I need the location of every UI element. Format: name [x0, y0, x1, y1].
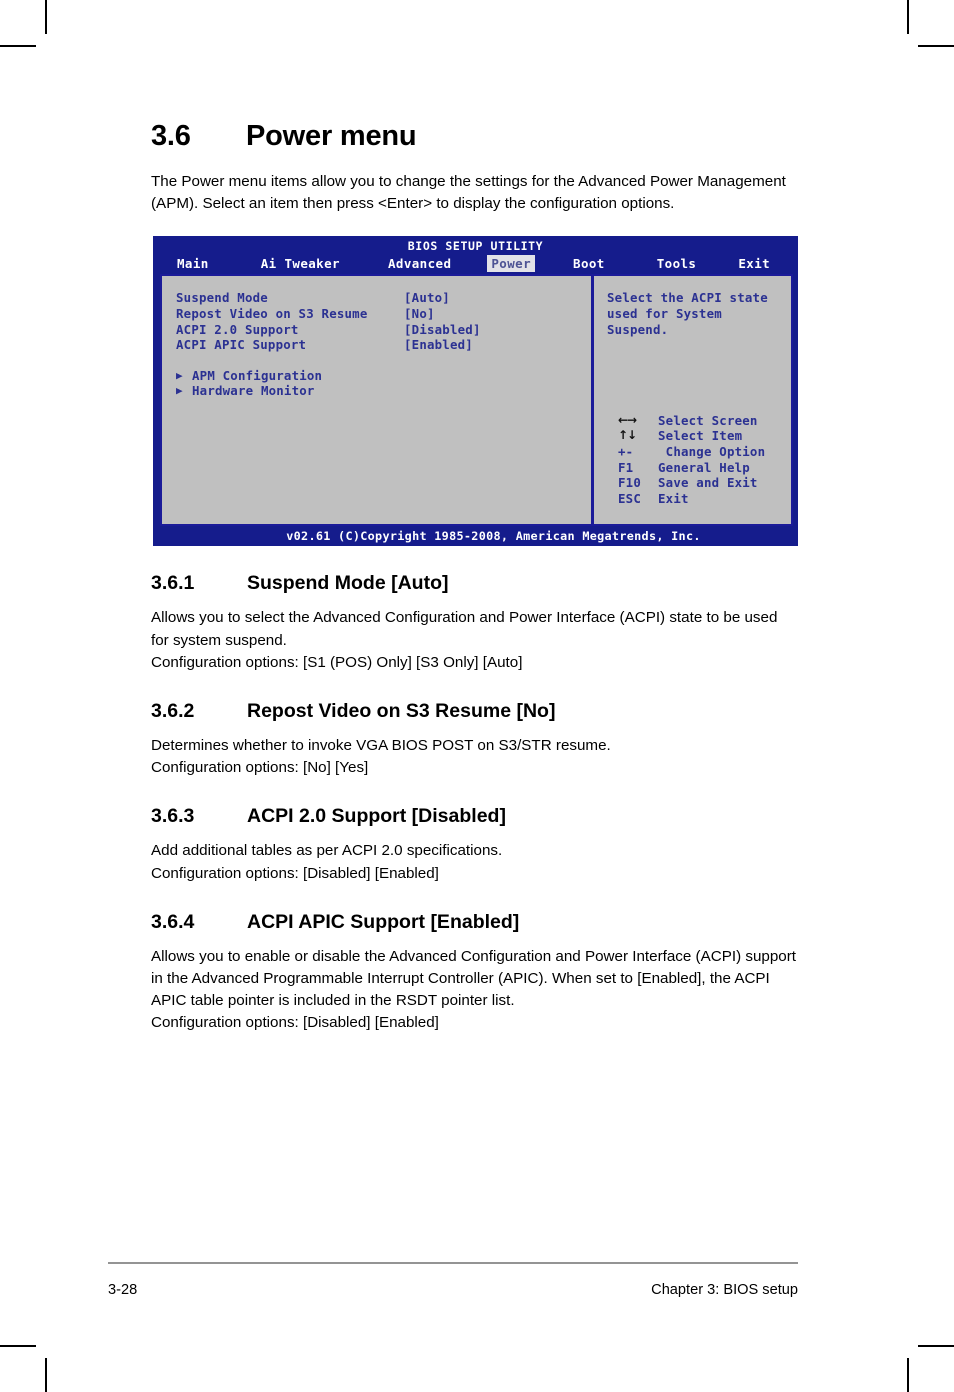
bios-help-text: Select the ACPI state used for System Su…	[607, 290, 768, 337]
f1-key: F1	[618, 459, 634, 475]
f10-key: F10	[618, 475, 641, 491]
subsection-body: Add additional tables as per ACPI 2.0 sp…	[151, 842, 503, 860]
subsection-body: Allows you to select the Advanced Config…	[151, 609, 778, 649]
page-title: 3.6 Power menu	[151, 120, 799, 153]
legend-label: General Help	[658, 459, 750, 475]
bios-settings-panel: Suspend Mode [Auto] Repost Video on S3 R…	[162, 276, 594, 525]
legend-item-select-item: ↑↓ Select Item	[618, 428, 765, 444]
bios-tab-advanced[interactable]: Advanced	[384, 255, 455, 272]
legend-label: Select Screen	[658, 412, 758, 428]
section-intro: The Power menu items allow you to change…	[151, 173, 786, 213]
legend-item-exit: ESC Exit	[618, 491, 765, 507]
subsection-heading: 3.6.2 Repost Video on S3 Resume [No]	[151, 700, 799, 723]
plus-minus-key: +-	[618, 444, 634, 459]
bios-copyright-bar: v02.61 (C)Copyright 1985-2008, American …	[286, 529, 701, 544]
subsection-options: Configuration options: [Disabled] [Enabl…	[151, 1014, 439, 1032]
subsection-364: 3.6.4 ACPI APIC Support [Enabled] Allows…	[151, 911, 799, 1035]
legend-item-save-and-exit: F10 Save and Exit	[618, 475, 765, 491]
bios-tab-main[interactable]: Main	[173, 255, 213, 272]
bios-setting-label: Suspend Mode	[176, 290, 268, 306]
triangle-right-icon: ▶	[176, 368, 183, 382]
bios-tab-tools[interactable]: Tools	[653, 255, 701, 272]
bios-setting-value[interactable]: [Disabled]	[404, 322, 481, 338]
legend-label: Exit	[658, 490, 689, 506]
subsection-number: 3.6.3	[151, 805, 195, 828]
bios-key-legend: ←→ Select Screen ↑↓ Select Item +- Chang…	[618, 413, 765, 507]
subsection-options: Configuration options: [No] [Yes]	[151, 759, 369, 777]
bios-spacer	[176, 353, 591, 368]
bios-setting-label: Repost Video on S3 Resume	[176, 305, 368, 321]
bios-submenu-hardware-monitor[interactable]: ▶ Hardware Monitor	[176, 383, 591, 399]
subsection-body: Allows you to enable or disable the Adva…	[151, 947, 797, 1010]
bios-tab-boot[interactable]: Boot	[569, 255, 609, 272]
section-number: 3.6	[151, 120, 191, 152]
bios-menu-bar: Main Ai Tweaker Advanced Power Boot Tool…	[154, 254, 797, 273]
bios-setting-value[interactable]: [Auto]	[404, 290, 450, 306]
subsection-363: 3.6.3 ACPI 2.0 Support [Disabled] Add ad…	[151, 805, 799, 884]
bios-submenu-label: Hardware Monitor	[192, 383, 315, 399]
bios-setting-label: ACPI APIC Support	[176, 337, 307, 353]
bios-submenu-label: APM Configuration	[192, 367, 323, 383]
bios-utility-title: BIOS SETUP UTILITY	[407, 239, 544, 254]
legend-item-general-help: F1 General Help	[618, 460, 765, 476]
bios-tab-exit[interactable]: Exit	[734, 255, 774, 272]
legend-label: Select Item	[658, 428, 743, 444]
bios-setting-value[interactable]: [Enabled]	[404, 337, 473, 353]
page-number: 3-28	[108, 1282, 138, 1298]
subsection-number: 3.6.2	[151, 699, 195, 722]
subsection-number: 3.6.4	[151, 910, 195, 933]
bios-tab-ai-tweaker[interactable]: Ai Tweaker	[257, 255, 344, 272]
legend-label: Save and Exit	[658, 475, 758, 491]
bios-setting-row-acpi-apic[interactable]: ACPI APIC Support [Enabled]	[176, 337, 591, 353]
bios-tab-power[interactable]: Power	[487, 255, 536, 273]
bios-setting-label: ACPI 2.0 Support	[176, 321, 299, 337]
subsection-number: 3.6.1	[151, 572, 195, 595]
manual-page: 3.6 Power menu The Power menu items allo…	[0, 0, 954, 1392]
subsection-361: 3.6.1 Suspend Mode [Auto] Allows you to …	[151, 572, 799, 674]
page-footer: 3-28 Chapter 3: BIOS setup	[108, 1282, 798, 1298]
bios-body: Suspend Mode [Auto] Repost Video on S3 R…	[160, 274, 793, 527]
subsection-options: Configuration options: [Disabled] [Enabl…	[151, 864, 439, 882]
subsection-heading: 3.6.4 ACPI APIC Support [Enabled]	[151, 911, 799, 934]
triangle-right-icon: ▶	[176, 384, 183, 398]
bios-submenu-apm-configuration[interactable]: ▶ APM Configuration	[176, 368, 591, 384]
subsection-body: Determines whether to invoke VGA BIOS PO…	[151, 736, 611, 754]
section-title: Power menu	[246, 120, 417, 152]
legend-item-select-screen: ←→ Select Screen	[618, 413, 765, 429]
bios-setting-row-suspend-mode[interactable]: Suspend Mode [Auto]	[176, 290, 591, 306]
subsection-options: Configuration options: [S1 (POS) Only] […	[151, 653, 523, 671]
bios-help-panel: Select the ACPI state used for System Su…	[594, 276, 791, 524]
subsection-title: ACPI 2.0 Support [Disabled]	[247, 805, 506, 828]
legend-item-change-option: +- Change Option	[618, 444, 765, 460]
subsection-title: ACPI APIC Support [Enabled]	[247, 910, 520, 933]
page-content: 3.6 Power menu The Power menu items allo…	[151, 120, 799, 1034]
bios-setting-value[interactable]: [No]	[404, 306, 435, 322]
bios-setting-row-acpi-20[interactable]: ACPI 2.0 Support [Disabled]	[176, 322, 591, 338]
left-right-arrows-icon: ←→	[618, 412, 637, 427]
chapter-label: Chapter 3: BIOS setup	[651, 1282, 798, 1298]
legend-label: Change Option	[658, 444, 766, 459]
bios-setting-row-repost-video[interactable]: Repost Video on S3 Resume [No]	[176, 306, 591, 322]
footer-rule	[108, 1262, 798, 1264]
subsection-362: 3.6.2 Repost Video on S3 Resume [No] Det…	[151, 700, 799, 779]
subsection-heading: 3.6.1 Suspend Mode [Auto]	[151, 572, 799, 595]
subsection-title: Repost Video on S3 Resume [No]	[247, 699, 556, 722]
bios-setup-screenshot: BIOS SETUP UTILITY Main Ai Tweaker Advan…	[153, 236, 798, 547]
subsection-title: Suspend Mode [Auto]	[247, 572, 449, 595]
subsection-heading: 3.6.3 ACPI 2.0 Support [Disabled]	[151, 805, 799, 828]
up-down-arrows-icon: ↑↓	[618, 428, 637, 443]
esc-key: ESC	[618, 490, 641, 506]
